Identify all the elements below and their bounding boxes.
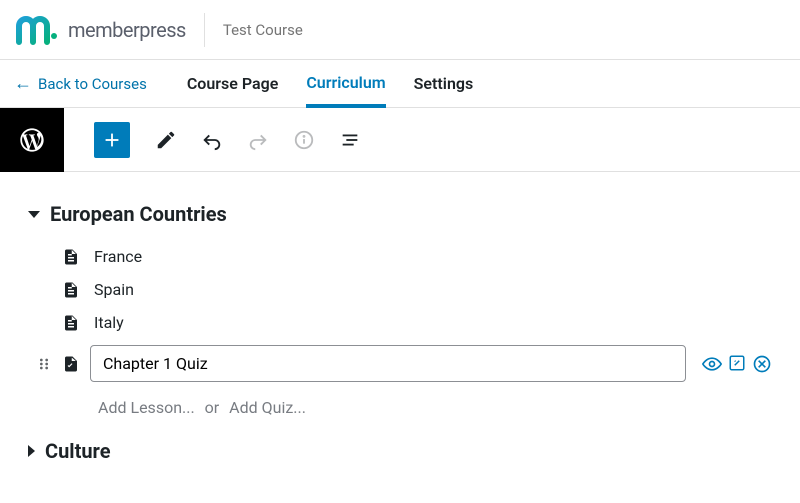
quiz-name-input[interactable]	[90, 345, 686, 382]
view-button[interactable]	[702, 354, 722, 374]
tab-curriculum[interactable]: Curriculum	[306, 61, 385, 108]
course-tabs: Course Page Curriculum Settings	[187, 61, 473, 106]
row-actions	[702, 354, 772, 374]
document-icon	[62, 281, 80, 299]
add-block-button[interactable]	[94, 122, 130, 158]
undo-button[interactable]	[194, 122, 230, 158]
wordpress-icon[interactable]	[0, 108, 64, 172]
quiz-edit-row	[28, 339, 772, 388]
curriculum-content: European Countries France Spain Italy	[0, 172, 800, 495]
add-row: Add Lesson... or Add Quiz...	[28, 388, 772, 417]
caret-down-icon	[28, 211, 40, 218]
document-icon	[62, 248, 80, 266]
lesson-title: Spain	[94, 280, 134, 299]
section-european-countries: European Countries France Spain Italy	[28, 202, 772, 417]
brand-name: memberpress	[68, 18, 186, 42]
tab-course-page[interactable]: Course Page	[187, 62, 279, 105]
quiz-document-icon	[62, 355, 80, 373]
section-title: European Countries	[50, 202, 227, 226]
app-header: memberpress Test Course	[0, 0, 800, 60]
editor-toolbar	[0, 108, 800, 172]
tab-settings[interactable]: Settings	[414, 62, 474, 105]
edit-tool-button[interactable]	[148, 122, 184, 158]
lesson-row[interactable]: Italy	[28, 306, 772, 339]
section-culture: Culture	[28, 439, 772, 463]
add-quiz-link[interactable]: Add Quiz...	[229, 398, 306, 417]
section-header[interactable]: European Countries	[28, 202, 772, 226]
lesson-row[interactable]: Spain	[28, 273, 772, 306]
lesson-title: Italy	[94, 313, 124, 332]
lesson-row[interactable]: France	[28, 240, 772, 273]
logo-mark-icon	[16, 14, 62, 46]
course-title: Test Course	[223, 21, 303, 39]
nav-row: Back to Courses Course Page Curriculum S…	[0, 60, 800, 108]
outline-button[interactable]	[332, 122, 368, 158]
back-label: Back to Courses	[38, 75, 147, 93]
section-title: Culture	[45, 439, 111, 463]
lesson-title: France	[94, 247, 142, 266]
add-lesson-link[interactable]: Add Lesson...	[98, 398, 195, 417]
drag-handle-icon[interactable]	[36, 356, 52, 372]
delete-button[interactable]	[752, 354, 772, 374]
caret-right-icon	[28, 445, 35, 457]
or-label: or	[199, 398, 226, 417]
section-header[interactable]: Culture	[28, 439, 772, 463]
info-button	[286, 122, 322, 158]
back-to-courses-link[interactable]: Back to Courses	[14, 73, 147, 94]
document-icon	[62, 314, 80, 332]
header-divider	[204, 13, 205, 47]
redo-button	[240, 122, 276, 158]
brand-logo: memberpress	[16, 14, 186, 46]
edit-button[interactable]	[728, 354, 746, 374]
